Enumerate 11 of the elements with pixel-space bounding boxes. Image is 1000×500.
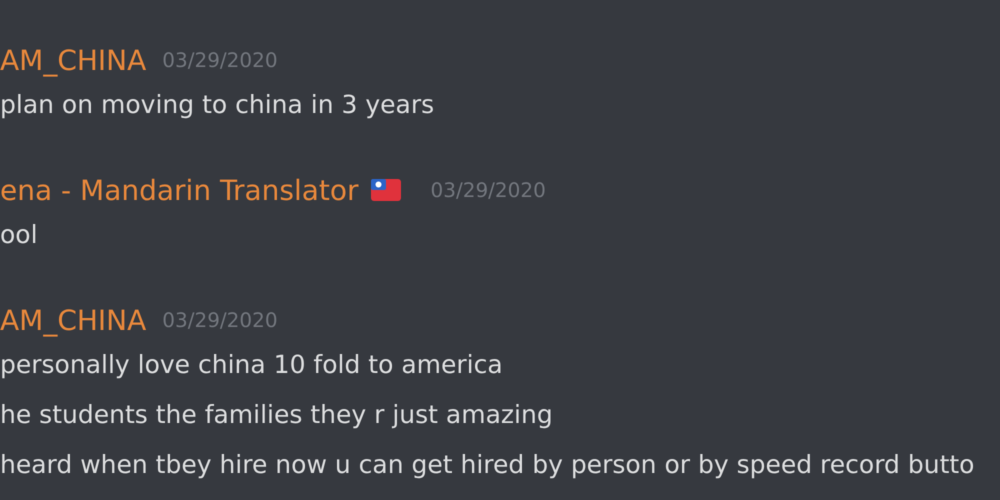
username[interactable]: AM_CHINA	[0, 44, 146, 76]
message-text: heard when tbey hire now u can get hired by person or by speed record butto	[0, 449, 974, 481]
message-text: ool	[0, 219, 38, 251]
message-text: personally love china 10 fold to america	[0, 349, 503, 381]
timestamp: 03/29/2020	[162, 48, 278, 72]
username[interactable]: AM_CHINA	[0, 304, 146, 336]
username[interactable]: ena - Mandarin Translator	[0, 174, 359, 206]
message-text: plan on moving to china in 3 years	[0, 89, 434, 121]
timestamp: 03/29/2020	[430, 178, 546, 202]
timestamp: 03/29/2020	[162, 308, 278, 332]
message-text: he students the families they r just amazing	[0, 399, 553, 431]
